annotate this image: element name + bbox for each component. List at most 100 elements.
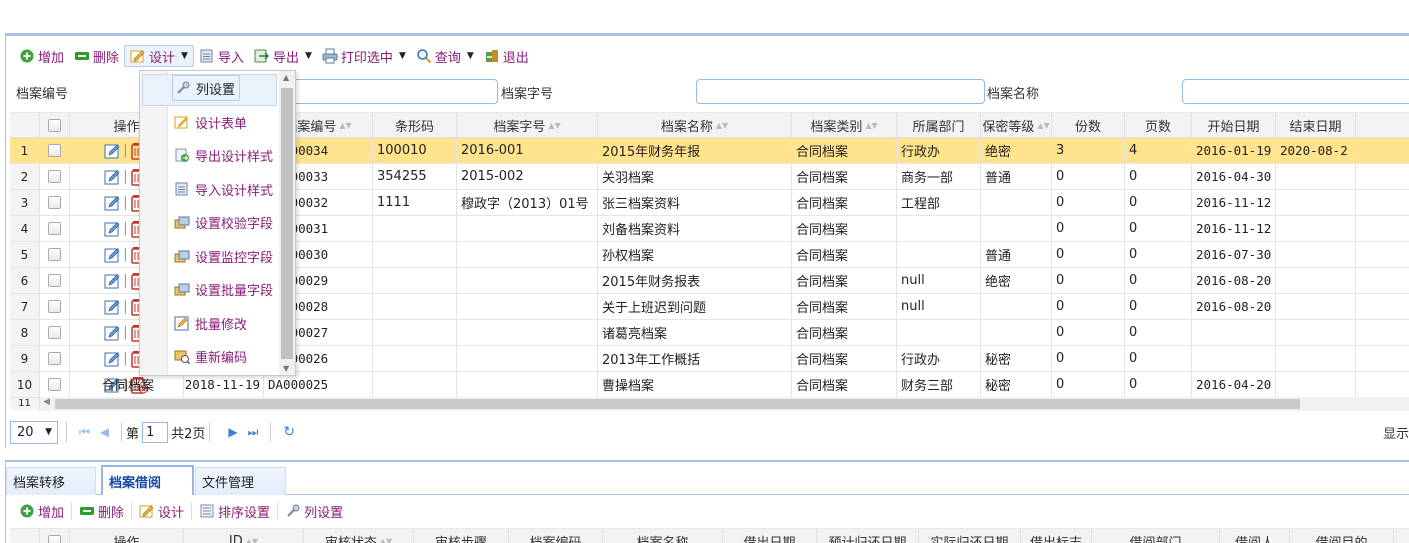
menu-item-batch-edit[interactable]: 批量修改 <box>174 310 247 336</box>
archive-no-input[interactable] <box>290 79 498 104</box>
col-barcode: 条形码 <box>373 113 457 137</box>
cell-secret: 绝密 <box>981 268 1052 293</box>
op-divider: | <box>123 299 128 314</box>
menu-item-import-design-style[interactable]: 导入设计样式 <box>174 176 273 202</box>
page-number-input[interactable]: 1 <box>142 421 169 443</box>
row-checkbox[interactable] <box>48 144 61 157</box>
row-checkbox[interactable] <box>48 352 61 365</box>
select-all-checkbox[interactable] <box>40 529 70 543</box>
cell-archive-name: 关羽档案 <box>598 164 792 189</box>
cell-end-date <box>1276 216 1356 241</box>
delete-button[interactable]: 删除 <box>74 500 129 522</box>
row-checkbox[interactable] <box>48 274 61 287</box>
edit-icon[interactable] <box>104 168 122 186</box>
row-checkbox[interactable] <box>48 222 61 235</box>
column-settings-button[interactable]: 列设置 <box>280 500 348 522</box>
prev-page-icon[interactable]: ◀ <box>100 425 109 439</box>
tab-archive-transfer[interactable]: 档案转移 <box>6 467 96 495</box>
row-checkbox[interactable] <box>48 300 61 313</box>
col-category[interactable]: 档案类别 ▲▼ <box>792 113 897 137</box>
borrow-col-label: 审核步骤 <box>434 535 487 543</box>
scroll-down-icon[interactable]: ▼ <box>283 364 289 373</box>
horizontal-scrollbar[interactable]: ◀ <box>40 397 1409 411</box>
last-page-icon[interactable]: ⏭ <box>248 425 259 440</box>
borrow-col-label: 借阅部门 <box>1129 535 1182 543</box>
edit-icon[interactable] <box>104 246 122 264</box>
row-checkbox[interactable] <box>48 248 61 261</box>
menu-scrollbar[interactable]: ▲ ▼ <box>279 71 295 375</box>
edit-icon[interactable] <box>104 142 122 160</box>
op-divider: | <box>123 195 128 210</box>
import-style-icon <box>175 182 188 196</box>
tab-file-manage[interactable]: 文件管理 <box>195 467 286 495</box>
import-button[interactable]: 导入 <box>194 45 249 67</box>
cell-start-date: 2016-04-30 <box>1192 164 1276 189</box>
menu-item-label: 列设置 <box>196 82 236 98</box>
menu-item-export-design-style[interactable]: 导出设计样式 <box>174 142 273 168</box>
design-form-icon <box>174 116 188 129</box>
cell-archive-code <box>457 346 598 371</box>
col-archive-code[interactable]: 档案字号 ▲▼ <box>457 113 598 137</box>
edit-icon[interactable] <box>104 298 122 316</box>
page-size-select[interactable]: 20 ▼ <box>10 420 58 444</box>
menu-item-set-batch-fields[interactable]: 设置批量字段 <box>174 276 273 302</box>
sort-settings-button[interactable]: 排序设置 <box>194 500 275 522</box>
edit-icon[interactable] <box>104 220 122 238</box>
delete-button[interactable]: 删除 <box>69 45 124 67</box>
menu-item-set-monitor-fields[interactable]: 设置监控字段 <box>174 243 273 269</box>
borrow-toolbar: 增加 删除 设计 排序设置 列设置 <box>14 500 348 522</box>
col-archive-name[interactable]: 档案名称 ▲▼ <box>598 113 792 137</box>
edit-icon[interactable] <box>104 272 122 290</box>
scroll-up-icon[interactable]: ▲ <box>283 73 289 82</box>
cell-pages: 0 <box>1125 268 1192 293</box>
cell-copies: 0 <box>1052 294 1125 319</box>
menu-item-design-form[interactable]: 设计表单 <box>174 109 247 135</box>
next-page-icon[interactable]: ▶ <box>228 425 237 439</box>
add-button[interactable]: 增加 <box>14 500 69 522</box>
archive-name-input[interactable] <box>1182 79 1409 104</box>
row-checkbox[interactable] <box>48 326 61 339</box>
menu-item-recode[interactable]: 重新编码 <box>174 343 247 369</box>
col-secret[interactable]: 保密等级 ▲▼ <box>981 113 1052 137</box>
cell-pages: 0 <box>1125 242 1192 267</box>
scrollbar-thumb[interactable] <box>55 399 1300 409</box>
menu-item-set-validation-fields[interactable]: 设置校验字段 <box>174 209 273 235</box>
row-checkbox[interactable] <box>48 196 61 209</box>
export-button[interactable]: 导出 ▼ <box>249 45 317 67</box>
row-checkbox[interactable] <box>48 378 61 391</box>
tab-archive-borrow[interactable]: 档案借阅 <box>101 465 194 495</box>
edit-icon[interactable] <box>104 324 122 342</box>
page-prefix: 第 <box>126 426 140 442</box>
print-selected-button[interactable]: 打印选中 ▼ <box>317 45 411 67</box>
edit-icon[interactable] <box>104 194 122 212</box>
edit-icon[interactable] <box>104 350 122 368</box>
import-icon <box>200 49 213 63</box>
menu-item-column-settings[interactable]: 列设置 <box>172 75 241 101</box>
query-button[interactable]: 查询 ▼ <box>411 45 479 67</box>
cell-copies: 0 <box>1052 268 1125 293</box>
first-page-icon[interactable]: ⏮ <box>79 425 90 440</box>
cell-secret <box>981 216 1052 241</box>
cell-category: 合同档案 <box>792 190 897 215</box>
menu-item-label: 设置校验字段 <box>195 216 274 232</box>
borrow-col-label: 借阅目的 <box>1315 535 1368 543</box>
borrow-col-label: 档案名称 <box>636 535 689 543</box>
cell-archive-name: 张三档案资料 <box>598 190 792 215</box>
select-all-checkbox[interactable] <box>40 113 70 137</box>
col-start: 开始日期 <box>1192 113 1276 137</box>
divider <box>270 422 272 442</box>
scrollbar-thumb[interactable] <box>281 88 293 359</box>
row-checkbox[interactable] <box>48 170 61 183</box>
cell-end-date <box>1276 190 1356 215</box>
divider <box>121 422 123 442</box>
add-button[interactable]: 增加 <box>14 45 69 67</box>
cell-dept: 财务三部 <box>897 372 981 397</box>
archive-code-input[interactable] <box>696 79 985 104</box>
design-button[interactable]: 设计 ▼ <box>124 45 194 67</box>
design-button[interactable]: 设计 <box>134 500 189 522</box>
scroll-left-icon[interactable]: ◀ <box>43 397 50 407</box>
borrow-col-10: 借阅部门 <box>1092 529 1220 543</box>
refresh-icon[interactable]: ↻ <box>283 424 295 440</box>
exit-button[interactable]: 退出 <box>479 45 534 67</box>
op-divider: | <box>123 273 128 288</box>
